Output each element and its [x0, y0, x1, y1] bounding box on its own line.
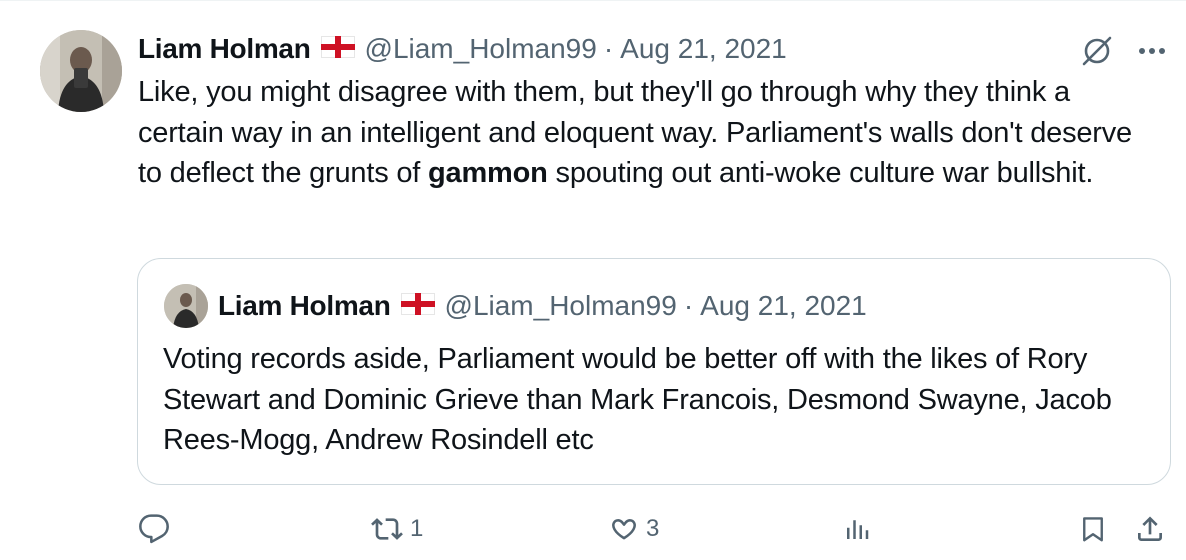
quoted-author-handle: @Liam_Holman99 [444, 290, 677, 321]
views-icon [842, 513, 872, 545]
quoted-tweet[interactable]: Liam Holman @Liam_Holman99 · Aug 21, 202… [137, 258, 1171, 485]
tweet-header: Liam Holman @Liam_Holman99 · Aug 21, 202… [138, 30, 787, 68]
share-button[interactable] [1134, 506, 1166, 552]
heart-icon [608, 513, 640, 545]
england-flag-icon [320, 33, 355, 65]
retweet-icon [370, 513, 404, 545]
quoted-text: Voting records aside, Parliament would b… [163, 343, 1112, 456]
more-icon[interactable] [1138, 46, 1166, 56]
quoted-author-name: Liam Holman [218, 290, 391, 321]
tweet-text-bold: gammon [428, 157, 548, 189]
retweet-button[interactable]: 1 [370, 506, 423, 552]
like-count: 3 [646, 515, 660, 542]
reply-icon [138, 513, 170, 545]
england-flag-icon [400, 290, 435, 322]
separator-dot: · [603, 33, 614, 64]
reply-button[interactable] [138, 506, 170, 552]
share-icon [1134, 513, 1166, 545]
like-button[interactable]: 3 [608, 506, 659, 552]
retweet-count: 1 [410, 515, 424, 542]
tweet[interactable]: Liam Holman @Liam_Holman99 · Aug 21, 202… [0, 0, 1186, 560]
views-button[interactable] [842, 506, 872, 552]
separator-dot: · [683, 290, 694, 321]
quoted-date: Aug 21, 2021 [700, 290, 867, 321]
bookmark-button[interactable] [1078, 506, 1108, 552]
tweet-text-end: spouting out anti-woke culture war bulls… [547, 157, 1094, 189]
author-name[interactable]: Liam Holman [138, 33, 311, 65]
tweet-date[interactable]: Aug 21, 2021 [620, 33, 787, 65]
avatar[interactable] [40, 30, 122, 112]
bookmark-icon [1078, 513, 1108, 545]
grok-icon[interactable] [1078, 32, 1116, 70]
quoted-avatar [164, 284, 208, 328]
top-right-actions [1078, 32, 1166, 70]
tweet-text: Like, you might disagree with them, but … [138, 72, 1158, 194]
top-divider [0, 0, 1186, 1]
action-bar: 1 3 [0, 506, 1186, 552]
author-handle[interactable]: @Liam_Holman99 [365, 33, 597, 65]
quoted-header: Liam Holman @Liam_Holman99 · Aug 21, 202… [218, 287, 867, 325]
